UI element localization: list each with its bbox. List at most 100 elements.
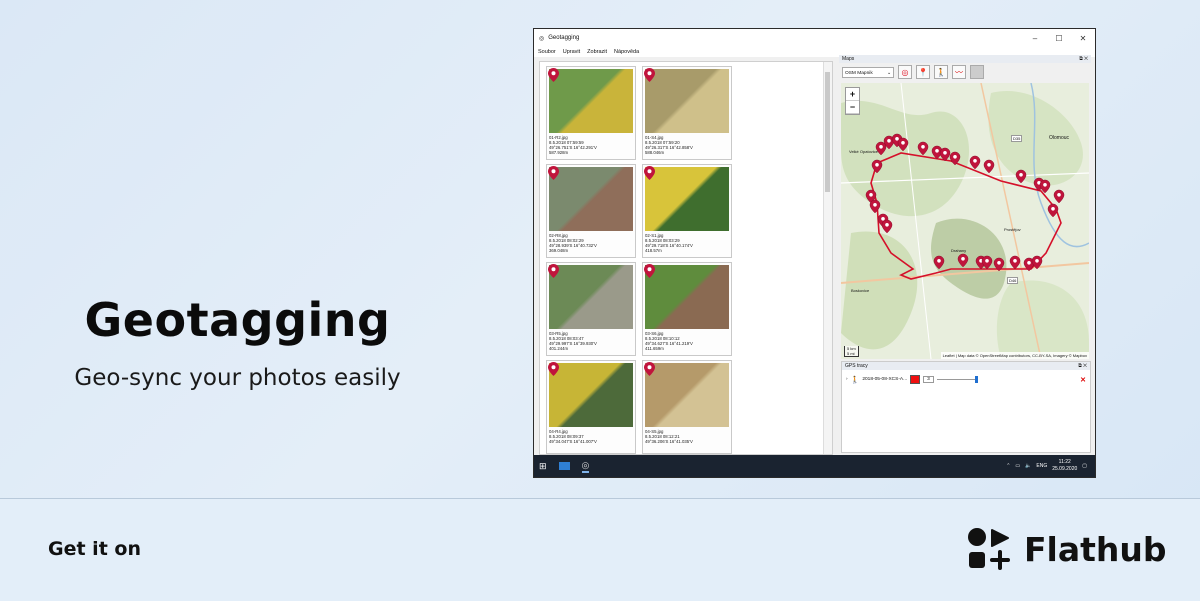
photo-grid: 01-R2.jpg 8.5.2018 07:59:59 49°26.751'S 16… bbox=[539, 61, 833, 455]
photo-card[interactable]: 04-S5.jpg 8.5.2018 08:12:21 49°36.206'S 16… bbox=[642, 360, 732, 454]
photo-thumbnail[interactable] bbox=[549, 363, 633, 427]
photo-thumbnail[interactable] bbox=[645, 363, 729, 427]
expand-icon[interactable]: › bbox=[846, 377, 848, 382]
map-label-d35: D35 bbox=[1011, 135, 1023, 142]
map-marker-icon[interactable] bbox=[871, 159, 883, 174]
map-source-select[interactable]: OSM Mapnik ⌄ bbox=[842, 66, 894, 78]
track-icon[interactable]: 〰 bbox=[952, 65, 966, 79]
pin-icon[interactable]: 📍 bbox=[916, 65, 930, 79]
photo-thumbnail[interactable] bbox=[549, 69, 633, 133]
app-taskbar-icon[interactable]: ◎ bbox=[581, 460, 590, 473]
map-marker-icon[interactable] bbox=[983, 159, 995, 174]
photo-card[interactable]: 01-R2.jpg 8.5.2018 07:59:59 49°26.751'S 16… bbox=[546, 66, 636, 160]
zoom-in-button[interactable]: + bbox=[846, 88, 859, 101]
map-view[interactable]: Olomouc Prostějov Drahany Boskovice Velk… bbox=[841, 83, 1089, 359]
footer-bar: Get it on Flathub bbox=[0, 498, 1200, 601]
flathub-logo-icon bbox=[968, 528, 1010, 570]
map-pin-icon bbox=[548, 362, 559, 376]
map-marker-icon[interactable] bbox=[1047, 203, 1059, 218]
photo-metadata: 02-S1.jpg 8.5.2018 08:03:29 49°29.718'S 16… bbox=[645, 233, 693, 253]
zoom-out-button[interactable]: − bbox=[846, 101, 859, 114]
map-layers-icon[interactable] bbox=[970, 65, 984, 79]
photo-metadata: 03-R5.jpg 8.5.2018 08:03:47 49°29.997'S 16… bbox=[549, 331, 597, 351]
map-pin-icon bbox=[644, 166, 655, 180]
map-label-boskovice: Boskovice bbox=[851, 288, 870, 293]
minimize-icon[interactable]: – bbox=[1023, 34, 1047, 43]
app-window: ◎ Geotagging – ☐ ✕ Soubor Upravit Zobraz… bbox=[533, 28, 1096, 478]
photo-metadata: 01-S4.jpg 8.5.2018 07:59:20 49°26.317'S 16… bbox=[645, 135, 693, 155]
map-marker-icon[interactable] bbox=[969, 155, 981, 170]
map-marker-icon[interactable] bbox=[869, 199, 881, 214]
maximize-icon[interactable]: ☐ bbox=[1047, 34, 1071, 43]
photo-thumbnail[interactable] bbox=[549, 167, 633, 231]
flathub-name: Flathub bbox=[1024, 529, 1167, 569]
window-title: Geotagging bbox=[548, 35, 580, 41]
photo-card[interactable]: 04-R4.jpg 8.5.2018 08:09:37 49°34.047'S 16… bbox=[546, 360, 636, 454]
photo-card[interactable]: 03-R5.jpg 8.5.2018 08:03:47 49°29.997'S 16… bbox=[546, 262, 636, 356]
map-marker-icon[interactable] bbox=[897, 137, 909, 152]
menu-napoveda[interactable]: Nápověda bbox=[614, 49, 639, 55]
gps-panel-close-icon[interactable]: ⧉ ✕ bbox=[1078, 362, 1087, 370]
map-marker-icon[interactable] bbox=[1053, 189, 1065, 204]
flathub-badge[interactable]: Flathub bbox=[966, 526, 1167, 572]
map-label-d46: D46 bbox=[1007, 277, 1019, 284]
photo-thumbnail[interactable] bbox=[645, 265, 729, 329]
map-marker-icon[interactable] bbox=[1039, 179, 1051, 194]
map-marker-icon[interactable] bbox=[1009, 255, 1021, 270]
photo-scrollbar[interactable] bbox=[823, 62, 832, 454]
map-marker-icon[interactable] bbox=[957, 253, 969, 268]
gps-panel-header: GPS tracy ⧉ ✕ bbox=[842, 362, 1090, 370]
photo-card[interactable]: 01-S4.jpg 8.5.2018 07:59:20 49°26.317'S 16… bbox=[642, 66, 732, 160]
track-width-slider[interactable] bbox=[936, 376, 978, 383]
maps-panel-header: Maps ⧉ ✕ bbox=[839, 55, 1091, 63]
photo-thumbnail[interactable] bbox=[645, 69, 729, 133]
map-marker-icon[interactable] bbox=[1015, 169, 1027, 184]
tray-chevron-icon[interactable]: ⌃ bbox=[1006, 463, 1010, 469]
map-pin-icon bbox=[644, 68, 655, 82]
map-toolbar: OSM Mapnik ⌄ ◎ 📍 🚶 〰 bbox=[839, 63, 1091, 81]
walker-icon[interactable]: 🚶 bbox=[934, 65, 948, 79]
menu-upravit[interactable]: Upravit bbox=[563, 49, 580, 55]
network-icon[interactable]: ▭ bbox=[1015, 463, 1020, 469]
volume-icon[interactable]: 🔈 bbox=[1025, 463, 1031, 469]
photo-metadata: 01-R2.jpg 8.5.2018 07:59:59 49°26.751'S 16… bbox=[549, 135, 597, 155]
map-marker-icon[interactable] bbox=[981, 255, 993, 270]
map-pin-icon bbox=[644, 362, 655, 376]
start-icon[interactable]: ⊞ bbox=[539, 461, 547, 472]
gps-tracks-panel: GPS tracy ⧉ ✕ › 🚶 2018-05-08-XCS-A... 3 … bbox=[841, 361, 1091, 453]
photo-card[interactable]: 02-R8.jpg 8.5.2018 08:02:29 49°28.939'S 16… bbox=[546, 164, 636, 258]
track-width-input[interactable]: 3 bbox=[923, 376, 934, 383]
map-marker-icon[interactable] bbox=[881, 219, 893, 234]
tray-clock[interactable]: 11:22 25.09.2020 bbox=[1052, 459, 1077, 473]
map-marker-icon[interactable] bbox=[917, 141, 929, 156]
right-pane: Maps ⧉ ✕ OSM Mapnik ⌄ ◎ 📍 🚶 〰 Olomouc Pr… bbox=[839, 55, 1091, 453]
windows-taskbar: ⊞ ◎ ⌃ ▭ 🔈 ENG 11:22 25.09.2020 ▢ bbox=[534, 455, 1095, 477]
language-indicator[interactable]: ENG bbox=[1036, 463, 1047, 469]
photo-metadata: 02-R8.jpg 8.5.2018 08:02:29 49°28.939'S 16… bbox=[549, 233, 597, 253]
remove-track-icon[interactable]: ✕ bbox=[1080, 376, 1086, 384]
photo-thumbnail[interactable] bbox=[645, 167, 729, 231]
track-color-swatch[interactable] bbox=[910, 375, 921, 384]
photo-markers bbox=[865, 133, 1065, 272]
photo-card[interactable]: 03-S6.jpg 8.5.2018 08:10:12 49°34.627'S 16… bbox=[642, 262, 732, 356]
menu-zobrazit[interactable]: Zobrazit bbox=[587, 49, 607, 55]
photo-thumbnail[interactable] bbox=[549, 265, 633, 329]
taskview-icon[interactable] bbox=[558, 462, 570, 470]
map-scale: 5 km 5 mi bbox=[844, 346, 859, 357]
menu-soubor[interactable]: Soubor bbox=[538, 49, 556, 55]
map-marker-icon[interactable] bbox=[939, 147, 951, 162]
get-it-on-label: Get it on bbox=[48, 538, 141, 560]
panel-close-icon[interactable]: ⧉ ✕ bbox=[1079, 55, 1088, 63]
close-icon[interactable]: ✕ bbox=[1071, 34, 1095, 43]
track-name: 2018-05-08-XCS-A... bbox=[862, 377, 908, 382]
map-label-olomouc: Olomouc bbox=[1049, 135, 1070, 141]
target-icon[interactable]: ◎ bbox=[898, 65, 912, 79]
map-marker-icon[interactable] bbox=[949, 151, 961, 166]
map-marker-icon[interactable] bbox=[993, 257, 1005, 272]
photo-card[interactable]: 02-S1.jpg 8.5.2018 08:03:29 49°29.718'S 16… bbox=[642, 164, 732, 258]
map-marker-icon[interactable] bbox=[933, 255, 945, 270]
gps-track-row[interactable]: › 🚶 2018-05-08-XCS-A... 3 ✕ bbox=[846, 375, 1086, 384]
photo-metadata: 03-S6.jpg 8.5.2018 08:10:12 49°34.627'S 16… bbox=[645, 331, 693, 351]
notifications-icon[interactable]: ▢ bbox=[1082, 463, 1087, 469]
map-marker-icon[interactable] bbox=[1031, 255, 1043, 270]
